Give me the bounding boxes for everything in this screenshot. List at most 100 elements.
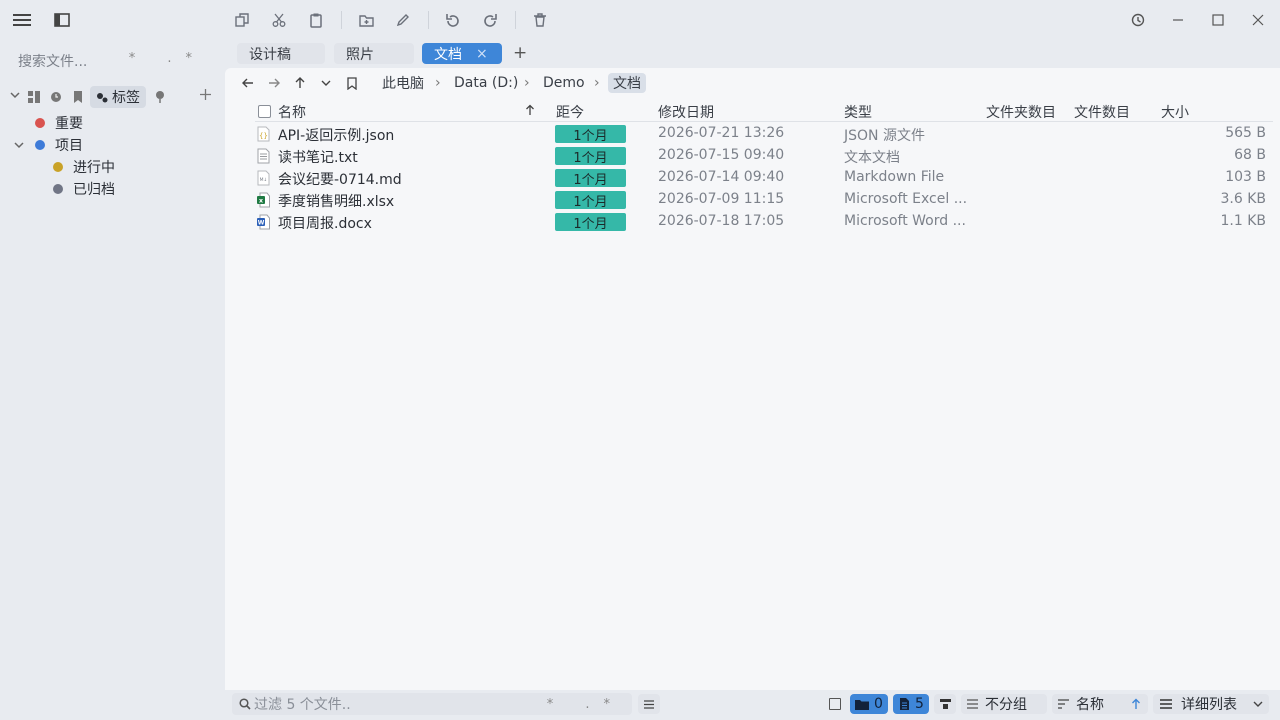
new-folder-icon[interactable] [354, 8, 378, 32]
view-label: 详细列表 [1181, 697, 1237, 713]
tag-item-in-progress[interactable]: 进行中 [53, 156, 115, 178]
table-row[interactable]: W 项目周报.docx 1个月 2026-07-18 17:05 Microso… [255, 211, 1270, 233]
folder-count-badge[interactable]: 0 [850, 694, 888, 714]
group-by-dropdown[interactable]: 不分组 [961, 694, 1047, 714]
column-header-size[interactable]: 大小 [1161, 102, 1189, 122]
menu-icon[interactable] [10, 8, 34, 32]
sort-ascending-icon[interactable] [525, 104, 535, 120]
filter-options-toggle[interactable]: * .* [547, 697, 624, 712]
file-modified: 2026-07-09 11:15 [658, 191, 785, 207]
checkbox-mode-toggle[interactable] [829, 698, 841, 710]
file-modified: 2026-07-14 09:40 [658, 169, 785, 185]
undo-icon[interactable] [441, 8, 465, 32]
chevron-down-icon[interactable] [1253, 701, 1263, 708]
sidebar-search-input[interactable]: 搜索文件... * .* [18, 51, 218, 73]
select-all-checkbox[interactable] [258, 105, 271, 118]
tab-documents[interactable]: 文档 × [422, 43, 502, 64]
tag-item-archived[interactable]: 已归档 [53, 178, 115, 200]
tab-design[interactable]: 设计稿 [237, 43, 325, 64]
sidebar-toggle-icon[interactable] [50, 8, 74, 32]
header-divider [255, 121, 1273, 122]
forward-icon[interactable] [262, 71, 286, 95]
cut-icon[interactable] [267, 8, 291, 32]
paste-icon[interactable] [304, 8, 328, 32]
tag-item-important[interactable]: 重要 [35, 112, 83, 134]
collapse-all-icon[interactable] [10, 90, 20, 100]
maximize-icon[interactable] [1206, 8, 1230, 32]
bookmark-tab-icon[interactable] [73, 91, 83, 103]
grid-tab-icon[interactable] [28, 91, 40, 103]
breadcrumb-demo[interactable]: Demo [543, 73, 585, 93]
table-row[interactable]: x 季度销售明细.xlsx 1个月 2026-07-09 11:15 Micro… [255, 189, 1270, 211]
tab-close-icon[interactable]: × [476, 46, 488, 62]
folder-icon [855, 699, 869, 710]
add-tag-icon[interactable] [200, 89, 211, 100]
sort-direction-icon[interactable] [1131, 698, 1141, 710]
tag-label: 进行中 [73, 160, 115, 176]
sidebar-tabs: 标签 [10, 86, 222, 108]
file-type: 文本文档 [844, 150, 900, 166]
svg-text:W: W [258, 220, 265, 227]
file-type: Microsoft Excel ... [844, 191, 968, 207]
tag-icon [97, 93, 108, 103]
recent-tab-icon[interactable] [50, 91, 62, 103]
display-options-icon [939, 699, 951, 709]
tag-color-dot [53, 184, 63, 194]
column-header-age[interactable]: 距今 [556, 102, 584, 122]
display-options-button[interactable] [934, 694, 956, 714]
copy-icon[interactable] [230, 8, 254, 32]
redo-icon[interactable] [478, 8, 502, 32]
column-header-modified[interactable]: 修改日期 [658, 102, 714, 122]
file-name: 季度销售明细.xlsx [278, 194, 395, 210]
sort-by-dropdown[interactable]: 名称 [1052, 694, 1148, 714]
file-type: Markdown File [844, 169, 945, 185]
file-count-badge[interactable]: 5 [893, 694, 929, 714]
delete-icon[interactable] [528, 8, 552, 32]
markdown-file-icon: M↓ [257, 170, 270, 186]
tag-item-project[interactable]: 项目 [14, 134, 83, 156]
tag-color-dot [53, 162, 63, 172]
chevron-down-icon[interactable] [14, 140, 24, 150]
tags-tab[interactable]: 标签 [90, 86, 146, 108]
column-header-files[interactable]: 文件数目 [1074, 102, 1130, 122]
column-header-type[interactable]: 类型 [844, 102, 872, 122]
json-file-icon: {} [257, 126, 270, 142]
excel-file-icon: x [257, 192, 270, 208]
file-size: 3.6 KB [1220, 191, 1267, 207]
tag-color-dot [35, 118, 45, 128]
back-icon[interactable] [236, 71, 260, 95]
tab-photos[interactable]: 照片 [334, 43, 414, 64]
list-options-button[interactable] [638, 694, 660, 714]
file-size: 565 B [1225, 125, 1266, 141]
column-header-folders[interactable]: 文件夹数目 [986, 102, 1056, 122]
breadcrumb-documents[interactable]: 文档 [608, 73, 646, 93]
history-dropdown-icon[interactable] [314, 71, 338, 95]
age-badge: 1个月 [555, 191, 626, 210]
breadcrumb-drive[interactable]: Data (D:) [454, 73, 518, 93]
file-icon [900, 698, 909, 710]
file-count: 5 [915, 696, 924, 712]
table-row[interactable]: {} API-返回示例.json 1个月 2026-07-21 13:26 JS… [255, 123, 1270, 145]
breadcrumb-this-pc[interactable]: 此电脑 [382, 73, 424, 93]
up-icon[interactable] [288, 71, 312, 95]
sidebar-search-placeholder: 搜索文件... [18, 54, 88, 70]
file-size: 103 B [1225, 169, 1266, 185]
age-badge: 1个月 [555, 125, 626, 144]
filter-input[interactable]: 过滤 5 个文件.. * .* [232, 693, 632, 715]
view-mode-dropdown[interactable]: 详细列表 [1153, 694, 1269, 714]
file-type: Microsoft Word ... [844, 213, 966, 229]
tag-label: 已归档 [73, 182, 115, 198]
bookmark-icon[interactable] [340, 71, 364, 95]
search-options-toggle[interactable]: * .* [129, 51, 206, 66]
pin-tab-icon[interactable] [155, 91, 165, 103]
history-icon[interactable] [1126, 8, 1150, 32]
file-size: 68 B [1234, 147, 1266, 163]
close-window-icon[interactable] [1246, 8, 1270, 32]
table-row[interactable]: M↓ 会议纪要-0714.md 1个月 2026-07-14 09:40 Mar… [255, 167, 1270, 189]
rename-icon[interactable] [391, 8, 415, 32]
column-header-name[interactable]: 名称 [278, 102, 306, 122]
minimize-icon[interactable] [1166, 8, 1190, 32]
sort-label: 名称 [1076, 697, 1104, 713]
new-tab-button[interactable]: + [513, 43, 527, 63]
table-row[interactable]: 读书笔记.txt 1个月 2026-07-15 09:40 文本文档 68 B [255, 145, 1270, 167]
